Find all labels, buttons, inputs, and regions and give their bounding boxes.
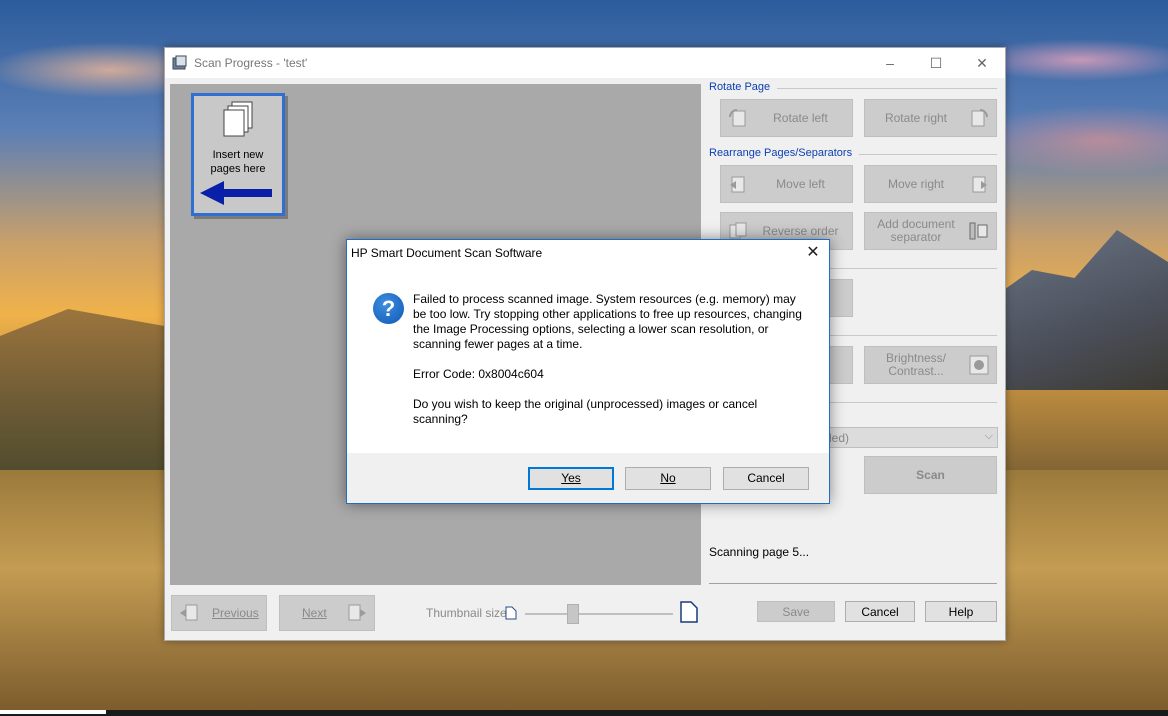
- brightness-contrast-button[interactable]: Brightness/ Contrast...: [864, 346, 997, 384]
- window-title: Scan Progress - 'test': [194, 56, 308, 70]
- maximize-button[interactable]: ☐: [913, 48, 959, 78]
- dialog-cancel-label: Cancel: [747, 471, 785, 485]
- add-separator-button[interactable]: Add document separator: [864, 212, 997, 250]
- separator-icon: [969, 222, 988, 240]
- save-button[interactable]: Save: [757, 601, 835, 622]
- large-page-icon: [680, 601, 698, 623]
- rotate-page-heading: Rotate Page: [709, 81, 771, 93]
- previous-button[interactable]: Previous: [171, 595, 267, 631]
- insert-pages-label: Insert new pages here: [198, 148, 278, 176]
- rotate-right-button[interactable]: Rotate right: [864, 99, 997, 137]
- dialog-question: Do you wish to keep the original (unproc…: [413, 397, 758, 426]
- question-icon: ?: [373, 293, 404, 324]
- insert-pages-line2: pages here: [210, 163, 266, 175]
- slider-thumb[interactable]: [567, 604, 579, 624]
- move-right-label: Move right: [887, 177, 945, 191]
- save-label: Save: [782, 605, 810, 619]
- thumbnail-size-label: Thumbnail size:: [426, 606, 511, 620]
- dropdown-value: led): [829, 431, 850, 445]
- insert-pages-line1: Insert new: [212, 149, 264, 161]
- rotate-left-label: Rotate left: [773, 111, 828, 125]
- wallpaper-hills: [0, 309, 170, 480]
- no-label: No: [660, 471, 676, 485]
- add-separator-line2: separator: [890, 230, 942, 244]
- close-window-button[interactable]: ✕: [959, 48, 1005, 78]
- thumbnail-size-slider[interactable]: [525, 600, 673, 624]
- scan-status: Scanning page 5...: [709, 545, 810, 559]
- dialog-cancel-button[interactable]: Cancel: [723, 467, 809, 490]
- move-left-label: Move left: [776, 177, 825, 191]
- taskbar-indicator: [0, 710, 106, 714]
- next-label: Next: [302, 606, 327, 620]
- move-left-button[interactable]: Move left: [720, 165, 853, 203]
- add-separator-label: Add document separator: [871, 218, 961, 244]
- chevron-down-icon: ⌵: [984, 430, 993, 442]
- arrow-left-icon: [200, 181, 272, 205]
- next-button[interactable]: Next: [279, 595, 375, 631]
- brightness-icon: [969, 355, 989, 375]
- divider: [709, 583, 997, 584]
- window-titlebar: Scan Progress - 'test' – ☐ ✕: [165, 48, 1005, 78]
- minimize-button[interactable]: –: [867, 48, 913, 78]
- taskbar: [0, 710, 1168, 716]
- rotate-left-icon: [729, 109, 746, 127]
- move-right-icon: [972, 176, 987, 193]
- cancel-scan-label: Cancel: [861, 605, 899, 619]
- dialog-close-button[interactable]: ✕: [801, 242, 825, 264]
- next-page-icon: [348, 604, 366, 621]
- slider-track: [525, 613, 673, 615]
- rearrange-heading: Rearrange Pages/Separators: [709, 147, 853, 159]
- move-left-icon: [730, 176, 745, 193]
- previous-page-icon: [180, 604, 198, 621]
- dialog-error-message: Failed to process scanned image. System …: [413, 292, 802, 351]
- help-button[interactable]: Help: [925, 601, 997, 622]
- dialog-title: HP Smart Document Scan Software: [351, 246, 543, 260]
- cancel-scan-button[interactable]: Cancel: [845, 601, 915, 622]
- insert-pages-thumbnail[interactable]: Insert new pages here: [191, 93, 285, 216]
- brightness-label: Brightness/ Contrast...: [871, 352, 961, 378]
- rotate-right-label: Rotate right: [884, 111, 948, 125]
- scan-button[interactable]: Scan: [864, 456, 997, 494]
- dialog-button-bar: Yes No Cancel: [347, 453, 829, 503]
- divider: [777, 88, 997, 89]
- scanner-app-icon: [172, 55, 187, 70]
- yes-button[interactable]: Yes: [528, 467, 614, 490]
- yes-label: Yes: [561, 471, 581, 485]
- no-button[interactable]: No: [625, 467, 711, 490]
- reverse-order-label: Reverse order: [762, 224, 839, 238]
- previous-label: Previous: [212, 606, 259, 620]
- pages-stack-icon: [223, 101, 253, 137]
- rotate-left-button[interactable]: Rotate left: [720, 99, 853, 137]
- brightness-line2: Contrast...: [888, 364, 944, 378]
- divider: [859, 154, 997, 155]
- dialog-message: Failed to process scanned image. System …: [413, 292, 803, 442]
- rotate-right-icon: [971, 109, 988, 127]
- error-dialog: HP Smart Document Scan Software ✕ ? Fail…: [346, 239, 830, 504]
- small-page-icon: [505, 606, 517, 620]
- scan-label: Scan: [916, 468, 945, 482]
- move-right-button[interactable]: Move right: [864, 165, 997, 203]
- dialog-error-code: Error Code: 0x8004c604: [413, 367, 544, 381]
- help-label: Help: [948, 605, 974, 619]
